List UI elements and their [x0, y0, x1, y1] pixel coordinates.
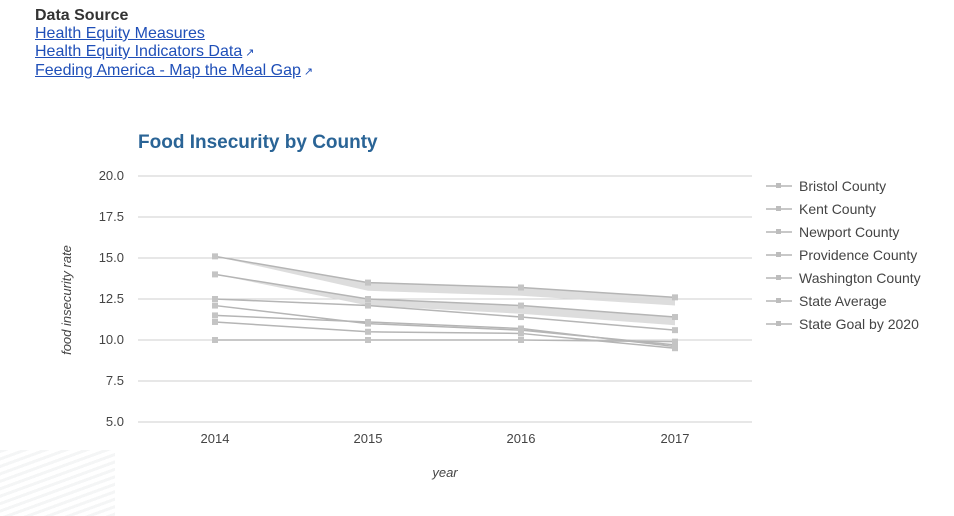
legend-item[interactable]: Kent County: [766, 197, 921, 220]
legend-label: State Average: [799, 292, 887, 309]
y-tick-label: 15.0: [99, 250, 124, 265]
data-point: [518, 337, 524, 343]
data-point: [212, 337, 218, 343]
data-point: [365, 279, 371, 286]
y-tick-label: 5.0: [106, 414, 124, 429]
data-point: [672, 338, 678, 345]
y-axis-label: food insecurity rate: [59, 245, 74, 355]
data-point: [365, 302, 371, 309]
data-point: [212, 302, 218, 309]
legend-item[interactable]: State Average: [766, 289, 921, 312]
x-tick-label: 2015: [354, 431, 383, 446]
data-point: [365, 337, 371, 343]
data-point: [212, 296, 218, 302]
legend-swatch-icon: [766, 205, 792, 211]
legend-swatch-icon: [766, 182, 792, 188]
legend-swatch-icon: [766, 297, 792, 303]
legend-label: Bristol County: [799, 177, 887, 194]
y-tick-label: 10.0: [99, 332, 124, 347]
legend-item[interactable]: State Goal by 2020: [766, 312, 921, 335]
legend-label: Washington County: [799, 269, 921, 286]
legend-swatch-icon: [766, 274, 792, 280]
x-axis-label: year: [431, 465, 458, 480]
x-tick-label: 2016: [507, 431, 536, 446]
legend-label: State Goal by 2020: [799, 315, 919, 332]
legend-item[interactable]: Providence County: [766, 243, 921, 266]
y-tick-label: 12.5: [99, 291, 124, 306]
data-point: [672, 294, 678, 301]
legend-swatch-icon: [766, 251, 792, 257]
x-tick-label: 2017: [661, 431, 690, 446]
data-point: [672, 327, 678, 334]
series-band: [215, 256, 675, 306]
legend-label: Providence County: [799, 246, 918, 263]
data-point: [518, 325, 524, 332]
data-point: [212, 253, 218, 260]
legend-label: Newport County: [799, 223, 900, 240]
series-line: [215, 339, 676, 343]
y-tick-label: 7.5: [106, 373, 124, 388]
legend-item[interactable]: Washington County: [766, 266, 921, 289]
data-point: [365, 318, 371, 325]
data-point: [672, 314, 678, 321]
data-point: [518, 284, 524, 291]
y-tick-label: 17.5: [99, 209, 124, 224]
data-point: [212, 312, 218, 319]
data-point: [212, 318, 218, 325]
data-point: [518, 302, 524, 309]
data-point: [518, 314, 524, 321]
legend-swatch-icon: [766, 228, 792, 234]
y-tick-label: 20.0: [99, 168, 124, 183]
data-point: [365, 296, 371, 302]
legend-label: Kent County: [799, 200, 877, 217]
legend-item[interactable]: Newport County: [766, 220, 921, 243]
chart-legend: Bristol County Kent County Newport County P…: [766, 174, 921, 335]
x-tick-label: 2014: [201, 431, 230, 446]
data-point: [365, 328, 371, 335]
legend-swatch-icon: [766, 320, 792, 326]
legend-item[interactable]: Bristol County: [766, 174, 921, 197]
data-point: [212, 271, 218, 278]
